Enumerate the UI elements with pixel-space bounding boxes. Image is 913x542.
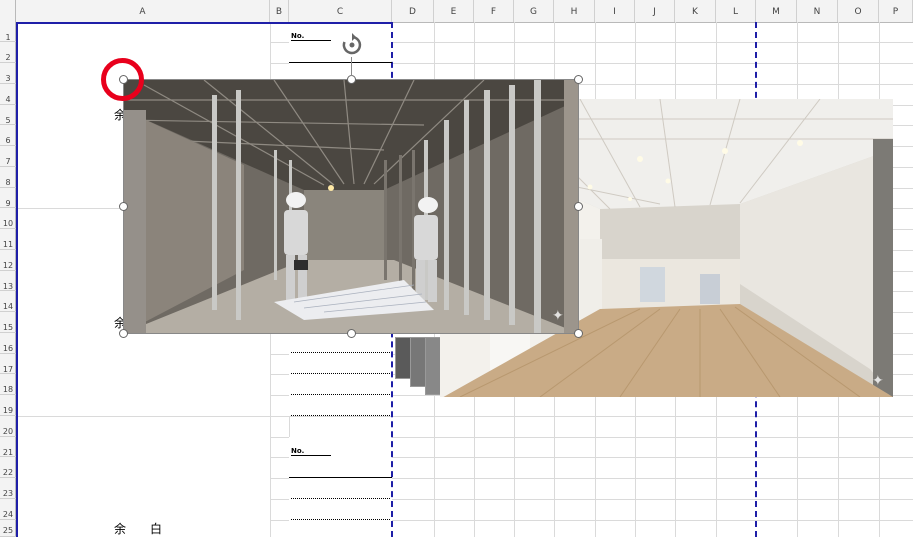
rotate-handle-stem — [351, 57, 352, 76]
resize-handle-top-right[interactable] — [574, 75, 583, 84]
column-header-H[interactable]: H — [554, 0, 595, 22]
column-header-C[interactable]: C — [289, 0, 392, 22]
form-area-C21-C25[interactable] — [289, 437, 392, 537]
no-label: No. — [291, 32, 305, 40]
dotted-line — [291, 415, 390, 416]
dotted-line — [291, 498, 390, 499]
row-header-21[interactable]: 21 — [0, 437, 16, 457]
resize-handle-bottom-left[interactable] — [119, 329, 128, 338]
dotted-line — [291, 373, 390, 374]
row-header-4[interactable]: 4 — [0, 84, 16, 105]
column-header-G[interactable]: G — [514, 0, 554, 22]
column-header-O[interactable]: O — [838, 0, 879, 22]
margin-text: 余 白 — [114, 522, 163, 536]
highlight-circle — [101, 58, 144, 101]
rotate-icon[interactable] — [340, 33, 364, 57]
column-header-K[interactable]: K — [675, 0, 716, 22]
row-header-1[interactable]: 1 — [0, 22, 16, 42]
construction-image: ✦ — [124, 80, 578, 333]
column-header-E[interactable]: E — [434, 0, 474, 22]
column-header-bar: A B C D E F G H I J K L M N O P — [0, 0, 913, 23]
row-header-24[interactable]: 24 — [0, 499, 16, 520]
form-line — [289, 477, 392, 478]
resize-handle-top-center[interactable] — [347, 75, 356, 84]
row-header-bar: 1 2 3 4 5 6 7 8 9 10 11 12 13 14 15 16 1… — [0, 22, 16, 537]
column-header-M[interactable]: M — [756, 0, 797, 22]
dotted-line — [291, 394, 390, 395]
resize-handle-middle-right[interactable] — [574, 202, 583, 211]
column-header-P[interactable]: P — [879, 0, 913, 22]
row-header-15[interactable]: 15 — [0, 312, 16, 333]
column-header-L[interactable]: L — [716, 0, 756, 22]
dotted-line — [291, 352, 390, 353]
row-header-17[interactable]: 17 — [0, 354, 16, 374]
no-label: No. — [291, 447, 305, 455]
no-underline — [291, 455, 331, 456]
print-area-border — [16, 22, 392, 24]
dotted-line — [291, 519, 390, 520]
gridline — [16, 416, 913, 417]
row-header-23[interactable]: 23 — [0, 478, 16, 499]
row-header-13[interactable]: 13 — [0, 271, 16, 291]
row-header-10[interactable]: 10 — [0, 208, 16, 229]
construction-site-photo[interactable]: ✦ — [123, 79, 579, 334]
no-underline — [291, 40, 331, 41]
row-header-7[interactable]: 7 — [0, 146, 16, 167]
column-header-A[interactable]: A — [16, 0, 270, 22]
resize-handle-middle-left[interactable] — [119, 202, 128, 211]
row-header-5[interactable]: 5 — [0, 105, 16, 125]
print-area-border — [16, 22, 18, 537]
row-header-3[interactable]: 3 — [0, 63, 16, 84]
row-header-18[interactable]: 18 — [0, 374, 16, 395]
column-header-J[interactable]: J — [635, 0, 675, 22]
row-header-25[interactable]: 25 — [0, 520, 16, 537]
column-header-I[interactable]: I — [595, 0, 635, 22]
row-header-6[interactable]: 6 — [0, 125, 16, 146]
row-header-16[interactable]: 16 — [0, 333, 16, 354]
row-header-12[interactable]: 12 — [0, 250, 16, 271]
resize-handle-bottom-right[interactable] — [574, 329, 583, 338]
form-line — [289, 62, 392, 63]
resize-handle-bottom-center[interactable] — [347, 329, 356, 338]
column-header-D[interactable]: D — [392, 0, 434, 22]
svg-text:✦: ✦ — [872, 373, 884, 389]
svg-text:✦: ✦ — [552, 308, 564, 324]
row-header-14[interactable]: 14 — [0, 291, 16, 312]
select-all-corner[interactable] — [0, 0, 16, 22]
row-header-9[interactable]: 9 — [0, 188, 16, 208]
row-header-22[interactable]: 22 — [0, 457, 16, 478]
column-header-B[interactable]: B — [270, 0, 289, 22]
column-header-F[interactable]: F — [474, 0, 514, 22]
row-header-20[interactable]: 20 — [0, 416, 16, 437]
column-header-N[interactable]: N — [797, 0, 838, 22]
row-header-8[interactable]: 8 — [0, 167, 16, 188]
row-header-2[interactable]: 2 — [0, 42, 16, 63]
row-header-19[interactable]: 19 — [0, 395, 16, 416]
row-header-11[interactable]: 11 — [0, 229, 16, 250]
